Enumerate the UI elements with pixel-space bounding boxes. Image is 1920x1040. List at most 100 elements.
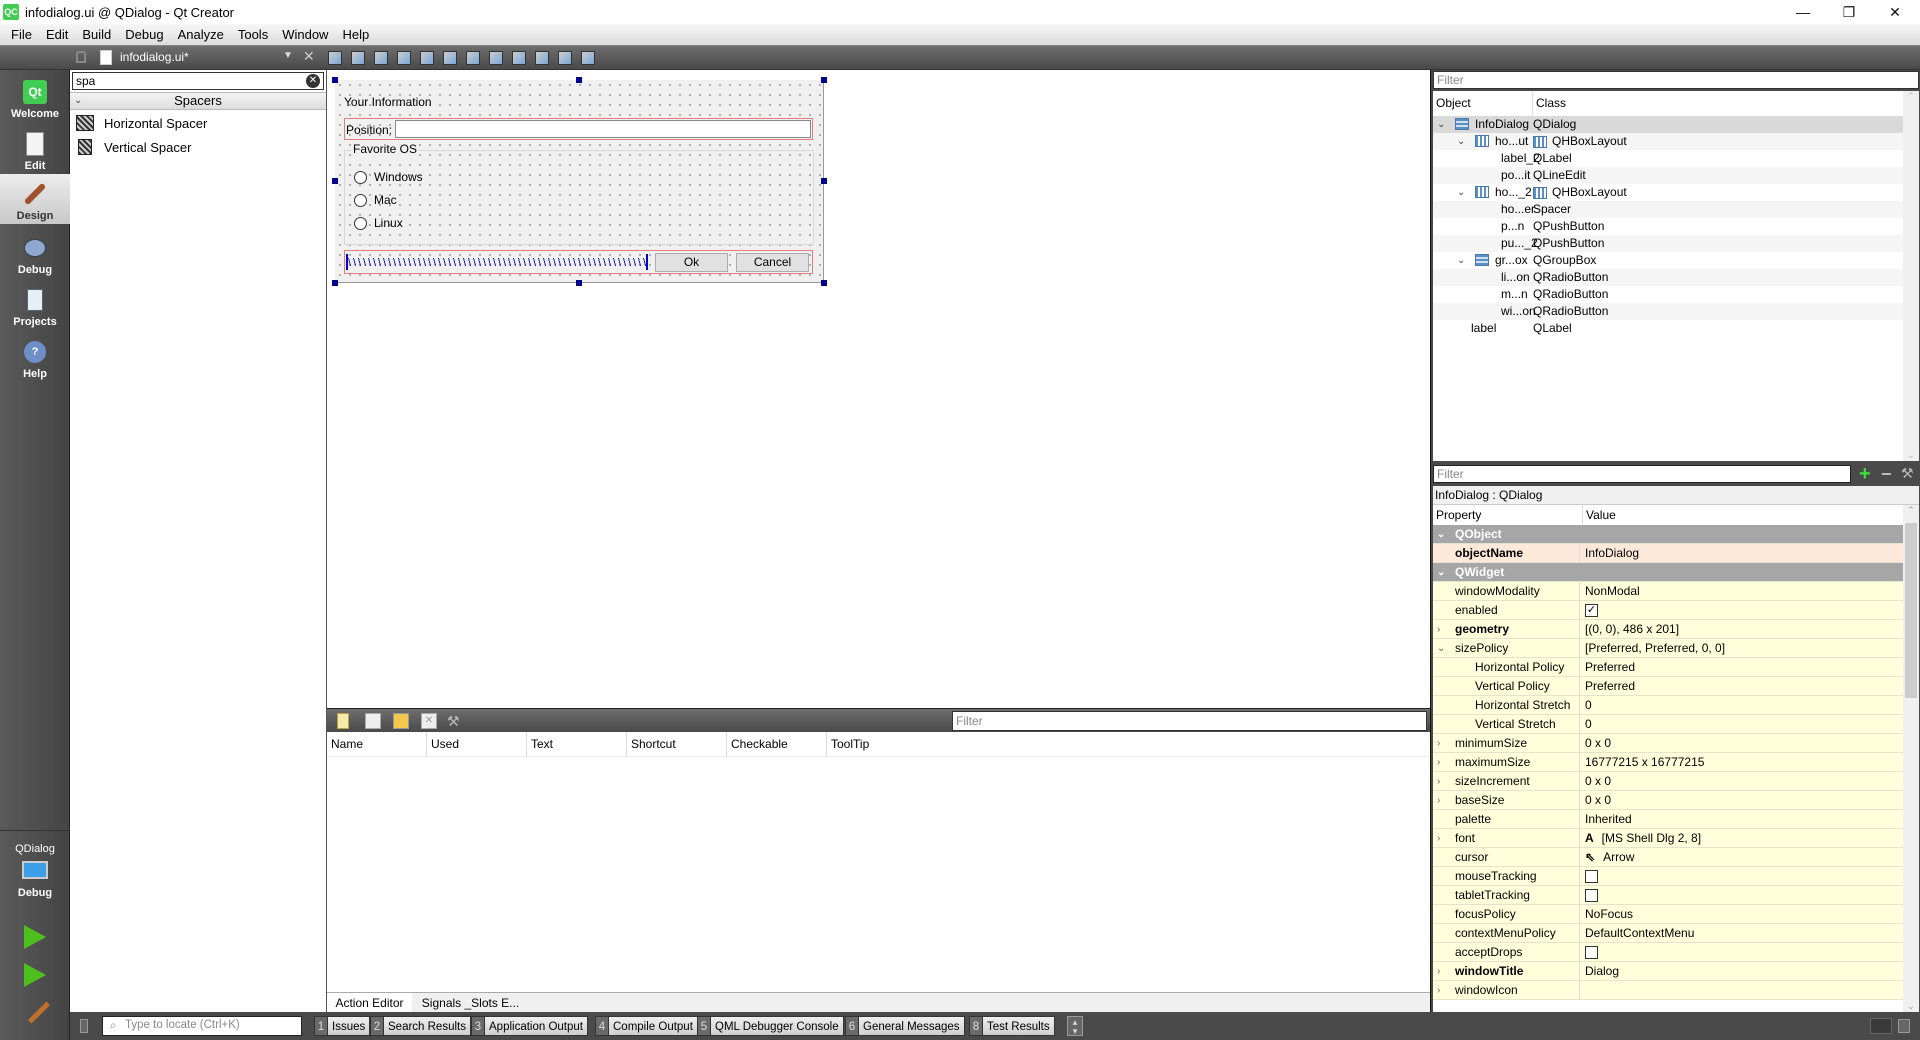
your-information-label[interactable]: Your Information [344, 95, 432, 109]
remove-dynamic-property-icon[interactable]: − [1881, 464, 1892, 485]
property-row[interactable]: Vertical Policy Preferred [1433, 677, 1905, 696]
layout-vertical-splitter-icon[interactable] [489, 51, 503, 65]
radio-mac[interactable]: Mac [354, 193, 397, 207]
property-row[interactable]: › sizeIncrement 0 x 0 [1433, 772, 1905, 791]
property-row[interactable]: tabletTracking [1433, 886, 1905, 905]
debug-run-icon[interactable] [24, 963, 46, 987]
property-editor-scrollbar[interactable]: ⌃ ⌄ [1903, 505, 1919, 1012]
toggle-sidebar-icon[interactable] [80, 1019, 88, 1033]
property-value[interactable]: 16777215 x 16777215 [1585, 753, 1704, 772]
close-button[interactable]: ✕ [1872, 0, 1918, 24]
col-shortcut[interactable]: Shortcut [627, 732, 727, 757]
mode-welcome[interactable]: Qt Welcome [0, 70, 70, 122]
chevron-down-icon[interactable]: ⌄ [1437, 525, 1445, 544]
file-tab-name[interactable]: infodialog.ui* [120, 50, 189, 64]
tab-signals-slots-editor[interactable]: Signals _Slots E... [413, 993, 528, 1013]
menu-tools[interactable]: Tools [231, 27, 275, 42]
property-value[interactable]: [(0, 0), 486 x 201] [1585, 620, 1679, 639]
build-hammer-icon[interactable] [28, 1001, 50, 1024]
widget-filter-input[interactable]: spa [72, 72, 324, 90]
mode-design[interactable]: Design [0, 174, 70, 224]
property-row[interactable]: cursor ⇖ Arrow [1433, 848, 1905, 867]
toggle-progress-icon[interactable] [1870, 1018, 1892, 1034]
mode-help[interactable]: ? Help [0, 330, 70, 382]
property-row[interactable]: windowModality NonModal [1433, 582, 1905, 601]
resize-handle[interactable] [576, 280, 582, 286]
checkbox[interactable] [1585, 946, 1598, 960]
property-row[interactable]: mouseTracking [1433, 867, 1905, 886]
property-value[interactable]: 0 [1585, 696, 1592, 715]
chevron-right-icon[interactable]: › [1437, 620, 1440, 639]
property-value[interactable]: Preferred [1585, 677, 1635, 696]
menu-build[interactable]: Build [75, 27, 118, 42]
property-row[interactable]: › baseSize 0 x 0 [1433, 791, 1905, 810]
chevron-down-icon[interactable]: ⌄ [1457, 252, 1465, 269]
output-pane-qml-debugger-console[interactable]: 5 QML Debugger Console [697, 1016, 844, 1036]
object-inspector-scrollbar[interactable]: ⌃ ⌄ [1903, 91, 1919, 461]
property-value[interactable]: ✓ [1585, 601, 1598, 620]
property-value[interactable]: InfoDialog [1585, 544, 1639, 563]
chevron-down-icon[interactable]: ⌄ [1457, 184, 1465, 201]
minimize-button[interactable]: — [1780, 0, 1826, 24]
property-value[interactable]: NonModal [1585, 582, 1640, 601]
output-pane-compile-output[interactable]: 4 Compile Output [595, 1016, 698, 1036]
add-dynamic-property-icon[interactable]: + [1859, 463, 1871, 486]
chevron-right-icon[interactable]: › [1437, 753, 1440, 772]
scrollbar-thumb[interactable] [1905, 523, 1917, 698]
widget-horizontal-spacer[interactable]: Horizontal Spacer [76, 112, 207, 134]
menu-edit[interactable]: Edit [39, 27, 75, 42]
property-row[interactable]: objectName InfoDialog [1433, 544, 1905, 563]
widget-vertical-spacer[interactable]: Vertical Spacer [76, 136, 191, 158]
menu-file[interactable]: File [4, 27, 39, 42]
property-filter-input[interactable]: Filter [1433, 465, 1851, 483]
checkbox[interactable] [1585, 889, 1598, 903]
property-row[interactable]: › windowTitle Dialog [1433, 962, 1905, 981]
resize-handle[interactable] [332, 178, 338, 184]
pane-selector-updown-icon[interactable]: ▴ ▾ [1067, 1016, 1083, 1036]
property-value[interactable] [1585, 867, 1598, 886]
paste-action-icon[interactable] [393, 713, 409, 729]
property-group[interactable]: ⌄ QObject [1433, 525, 1905, 544]
property-value[interactable] [1585, 943, 1598, 962]
property-value[interactable]: NoFocus [1585, 905, 1633, 924]
layout-vertical-icon[interactable] [443, 51, 457, 65]
configure-wrench-icon[interactable]: ⚒ [447, 713, 463, 729]
object-tree-row[interactable]: li...on QRadioButton [1433, 269, 1903, 286]
property-value[interactable]: 0 x 0 [1585, 791, 1611, 810]
chevron-down-icon[interactable]: ⌄ [1437, 639, 1445, 658]
col-class[interactable]: Class [1533, 91, 1901, 115]
object-tree-row[interactable]: ⌄ InfoDialog QDialog [1433, 116, 1903, 133]
object-tree-row[interactable]: po...it QLineEdit [1433, 167, 1903, 184]
checkbox[interactable] [1585, 870, 1598, 884]
object-tree-row[interactable]: label_2 QLabel [1433, 150, 1903, 167]
edit-widgets-icon[interactable] [328, 51, 342, 65]
configure-wrench-icon[interactable]: ⚒ [1901, 465, 1914, 482]
position-label[interactable]: Position: [346, 123, 392, 137]
buttons-hbox-layout[interactable]: Ok Cancel [344, 250, 813, 274]
ok-button[interactable]: Ok [655, 253, 728, 272]
dialog-form[interactable]: Your Information Position: Favorite OS W… [332, 77, 827, 286]
resize-handle[interactable] [821, 77, 827, 83]
category-spacers[interactable]: ⌄ Spacers [70, 92, 326, 110]
kit-selector[interactable]: QDialog Debug [0, 830, 70, 910]
chevron-right-icon[interactable]: › [1437, 734, 1440, 753]
mode-debug[interactable]: Debug [0, 226, 70, 278]
copy-action-icon[interactable] [365, 713, 381, 729]
property-value[interactable]: DefaultContextMenu [1585, 924, 1694, 943]
output-pane-issues[interactable]: 1 Issues [314, 1016, 371, 1036]
edit-buddies-icon[interactable] [374, 51, 388, 65]
property-row[interactable]: › minimumSize 0 x 0 [1433, 734, 1905, 753]
object-tree-row[interactable]: m...n QRadioButton [1433, 286, 1903, 303]
property-row[interactable]: contextMenuPolicy DefaultContextMenu [1433, 924, 1905, 943]
property-value[interactable] [1585, 886, 1598, 905]
tab-action-editor[interactable]: Action Editor [327, 993, 412, 1013]
object-tree-row[interactable]: ⌄ ho..._2 QHBoxLayout [1433, 184, 1903, 201]
adjust-size-icon[interactable] [581, 51, 595, 65]
layout-horizontal-splitter-icon[interactable] [466, 51, 480, 65]
property-row[interactable]: ⌄ sizePolicy [Preferred, Preferred, 0, 0] [1433, 639, 1905, 658]
mode-edit[interactable]: Edit [0, 122, 70, 174]
output-pane-test-results[interactable]: 8 Test Results [969, 1016, 1055, 1036]
property-value[interactable]: Preferred [1585, 658, 1635, 677]
property-row[interactable]: › font A [MS Shell Dlg 2, 8] [1433, 829, 1905, 848]
run-icon[interactable] [24, 925, 46, 949]
